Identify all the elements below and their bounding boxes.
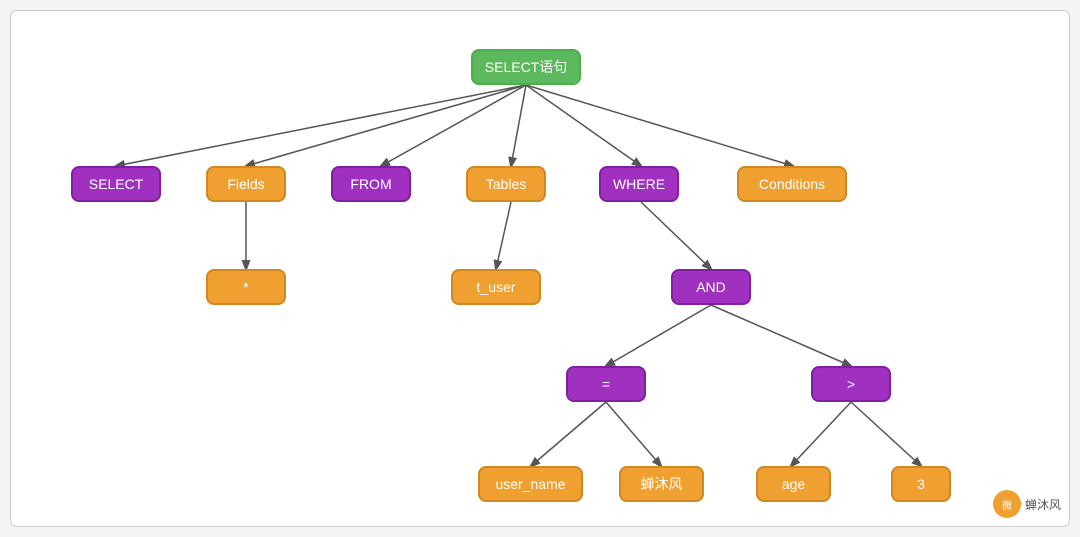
- node-select: SELECT: [71, 166, 161, 202]
- node-eq: =: [566, 366, 646, 402]
- node-three: 3: [891, 466, 951, 502]
- node-tuser: t_user: [451, 269, 541, 305]
- node-root: SELECT语句: [471, 49, 581, 85]
- node-fields: Fields: [206, 166, 286, 202]
- node-chanyufeng: 蝉沐风: [619, 466, 704, 502]
- node-and: AND: [671, 269, 751, 305]
- node-conditions: Conditions: [737, 166, 847, 202]
- watermark: 微 蝉沐风: [993, 490, 1061, 518]
- watermark-text: 蝉沐风: [1025, 496, 1061, 513]
- watermark-icon: 微: [993, 490, 1021, 518]
- node-star: *: [206, 269, 286, 305]
- node-gt: >: [811, 366, 891, 402]
- connector-lines: [11, 11, 1069, 526]
- node-username: user_name: [478, 466, 583, 502]
- node-age: age: [756, 466, 831, 502]
- node-tables: Tables: [466, 166, 546, 202]
- node-where: WHERE: [599, 166, 679, 202]
- node-from: FROM: [331, 166, 411, 202]
- diagram-container: SELECT语句 SELECT Fields FROM Tables WHERE…: [10, 10, 1070, 527]
